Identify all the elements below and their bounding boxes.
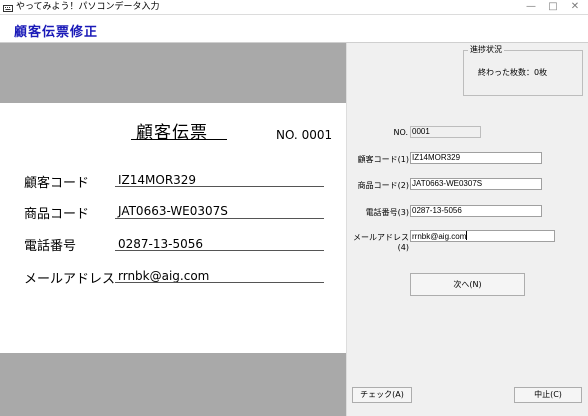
window-title: やってみよう！パソコンデータ入力 — [16, 2, 160, 12]
customer-code-input[interactable]: IZ14MOR329 — [410, 152, 542, 164]
slip-value-phone: 0287-13-5056 — [118, 237, 204, 251]
email-label: メールアドレス(4) — [353, 233, 409, 252]
check-button[interactable]: チェック(A) — [352, 387, 412, 403]
slip-margin-top — [0, 43, 346, 103]
phone-input[interactable]: 0287-13-5056 — [410, 205, 542, 217]
slip-value-product-code: JAT0663-WE0307S — [118, 204, 228, 218]
no-field: 0001 — [410, 126, 481, 138]
product-code-label: 商品コード(2) — [357, 181, 409, 190]
slip-label-phone: 電話番号 — [24, 239, 77, 254]
close-icon[interactable]: ✕ — [565, 0, 585, 14]
slip-value-customer-code: IZ14MOR329 — [118, 173, 197, 187]
page-title: 顧客伝票修正 — [14, 25, 99, 40]
progress-legend: 進捗状況 — [468, 44, 504, 55]
next-button[interactable]: 次へ(N) — [410, 273, 525, 296]
slip-number: NO. 0001 — [276, 128, 333, 142]
text-caret — [466, 231, 468, 240]
minimize-icon[interactable]: — — [521, 0, 541, 14]
slip-value-email: rrnbk@aig.com — [118, 269, 210, 283]
slip-margin-bottom — [0, 353, 346, 416]
maximize-icon[interactable]: □ — [543, 0, 563, 14]
product-code-input[interactable]: JAT0663-WE0307S — [410, 178, 542, 190]
cancel-button[interactable]: 中止(C) — [514, 387, 582, 403]
slip-label-email: メールアドレス — [24, 272, 116, 287]
email-input-box[interactable]: rrnbk@aig.com — [410, 230, 555, 242]
slip-line — [115, 186, 324, 187]
slip-label-customer-code: 顧客コード — [24, 176, 90, 191]
email-input[interactable]: rrnbk@aig.com — [412, 232, 466, 241]
progress-count: 終わった枚数：0枚 — [478, 68, 548, 77]
slip-line — [115, 282, 324, 283]
customer-code-label: 顧客コード(1) — [357, 155, 409, 164]
app-header: 顧客伝票修正 — [0, 15, 588, 43]
slip-line — [115, 250, 324, 251]
slip-label-product-code: 商品コード — [24, 207, 90, 222]
app-keyboard-icon — [3, 5, 13, 12]
no-label: NO. — [393, 128, 409, 137]
phone-label: 電話番号(3) — [365, 208, 409, 217]
slip-title-underline — [131, 139, 227, 140]
window-titlebar: やってみよう！パソコンデータ入力 — □ ✕ — [0, 0, 588, 15]
slip-line — [115, 218, 324, 219]
